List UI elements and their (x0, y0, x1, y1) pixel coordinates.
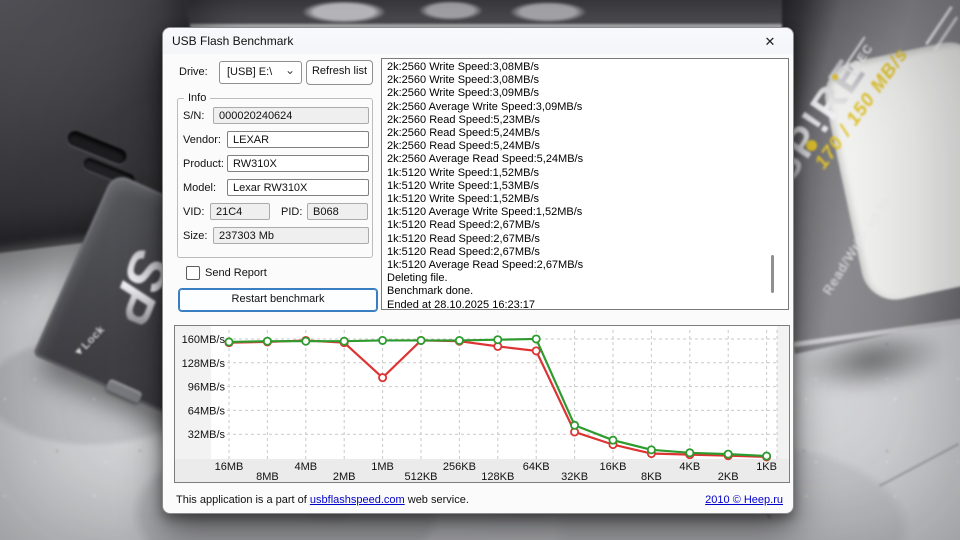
vid-label: VID: (183, 206, 204, 218)
svg-text:96MB/s: 96MB/s (188, 382, 226, 394)
info-group-legend: Info (184, 92, 210, 104)
svg-text:32KB: 32KB (561, 471, 588, 482)
svg-text:1MB: 1MB (371, 461, 394, 473)
vid-field: 21C4 (210, 203, 270, 220)
svg-text:4MB: 4MB (294, 461, 317, 473)
svg-text:4KB: 4KB (679, 461, 700, 473)
svg-text:64MB/s: 64MB/s (188, 405, 226, 417)
size-field: 237303 Mb (213, 227, 369, 244)
drive-select[interactable]: [USB] E:\ ⌄ (219, 61, 302, 84)
footer-text: This application is a part of usbflashsp… (176, 494, 469, 506)
log-output[interactable]: 2k:2560 Write Speed:3,08MB/s 2k:2560 Wri… (381, 58, 789, 310)
svg-text:128KB: 128KB (481, 471, 514, 482)
sn-field: 000020240624 (213, 107, 369, 124)
drive-label: Drive: (179, 66, 208, 78)
drive-selected-value: [USB] E:\ (227, 66, 272, 78)
model-field[interactable]: Lexar RW310X (227, 179, 369, 196)
svg-text:1KB: 1KB (756, 461, 777, 473)
refresh-list-button[interactable]: Refresh list (306, 60, 373, 85)
svg-text:160MB/s: 160MB/s (182, 334, 226, 346)
svg-text:16KB: 16KB (600, 461, 627, 473)
screenshot: ▼Lock SP SP!RE REC 170 / 150 MB/s Read/W… (0, 0, 960, 540)
close-icon[interactable]: ✕ (759, 32, 781, 51)
svg-text:2MB: 2MB (333, 471, 356, 482)
pid-field: B068 (307, 203, 368, 220)
yellow-dot (832, 74, 838, 80)
restart-benchmark-button[interactable]: Restart benchmark (178, 288, 378, 312)
chevron-down-icon: ⌄ (285, 63, 295, 77)
window-title: USB Flash Benchmark (172, 34, 293, 48)
svg-text:512KB: 512KB (404, 471, 437, 482)
footer-suffix: web service. (405, 494, 469, 506)
benchmark-chart-panel: 160MB/s 128MB/s 96MB/s 64MB/s 32MB/s 16MB 8MB 4… (174, 325, 790, 483)
pid-label: PID: (281, 206, 302, 218)
svg-text:128MB/s: 128MB/s (182, 358, 226, 370)
benchmark-chart: 160MB/s 128MB/s 96MB/s 64MB/s 32MB/s 16MB 8MB 4… (175, 326, 789, 482)
svg-text:8MB: 8MB (256, 471, 279, 482)
yellow-dot (806, 140, 817, 151)
svg-text:16MB: 16MB (215, 461, 244, 473)
usb-flash-benchmark-window: USB Flash Benchmark ✕ Drive: [USB] E:\ ⌄… (162, 27, 794, 514)
model-label: Model: (183, 182, 216, 194)
title-bar[interactable]: USB Flash Benchmark ✕ (163, 28, 793, 54)
size-label: Size: (183, 230, 207, 242)
sn-label: S/N: (183, 110, 204, 122)
send-report-label: Send Report (205, 267, 267, 279)
vendor-field[interactable]: LEXAR (227, 131, 369, 148)
send-report-checkbox[interactable] (186, 266, 200, 280)
product-field[interactable]: RW310X (227, 155, 369, 172)
svg-text:32MB/s: 32MB/s (188, 429, 226, 441)
vendor-label: Vendor: (183, 134, 221, 146)
log-scrollbar[interactable] (771, 255, 774, 293)
svg-text:8KB: 8KB (641, 471, 662, 482)
usbflashspeed-link[interactable]: usbflashspeed.com (310, 494, 405, 506)
product-label: Product: (183, 158, 224, 170)
footer-prefix: This application is a part of (176, 494, 310, 506)
footer: This application is a part of usbflashsp… (163, 491, 793, 511)
svg-text:64KB: 64KB (523, 461, 550, 473)
svg-text:2KB: 2KB (718, 471, 739, 482)
svg-text:256KB: 256KB (443, 461, 476, 473)
copyright-link[interactable]: 2010 © Heep.ru (705, 494, 783, 506)
